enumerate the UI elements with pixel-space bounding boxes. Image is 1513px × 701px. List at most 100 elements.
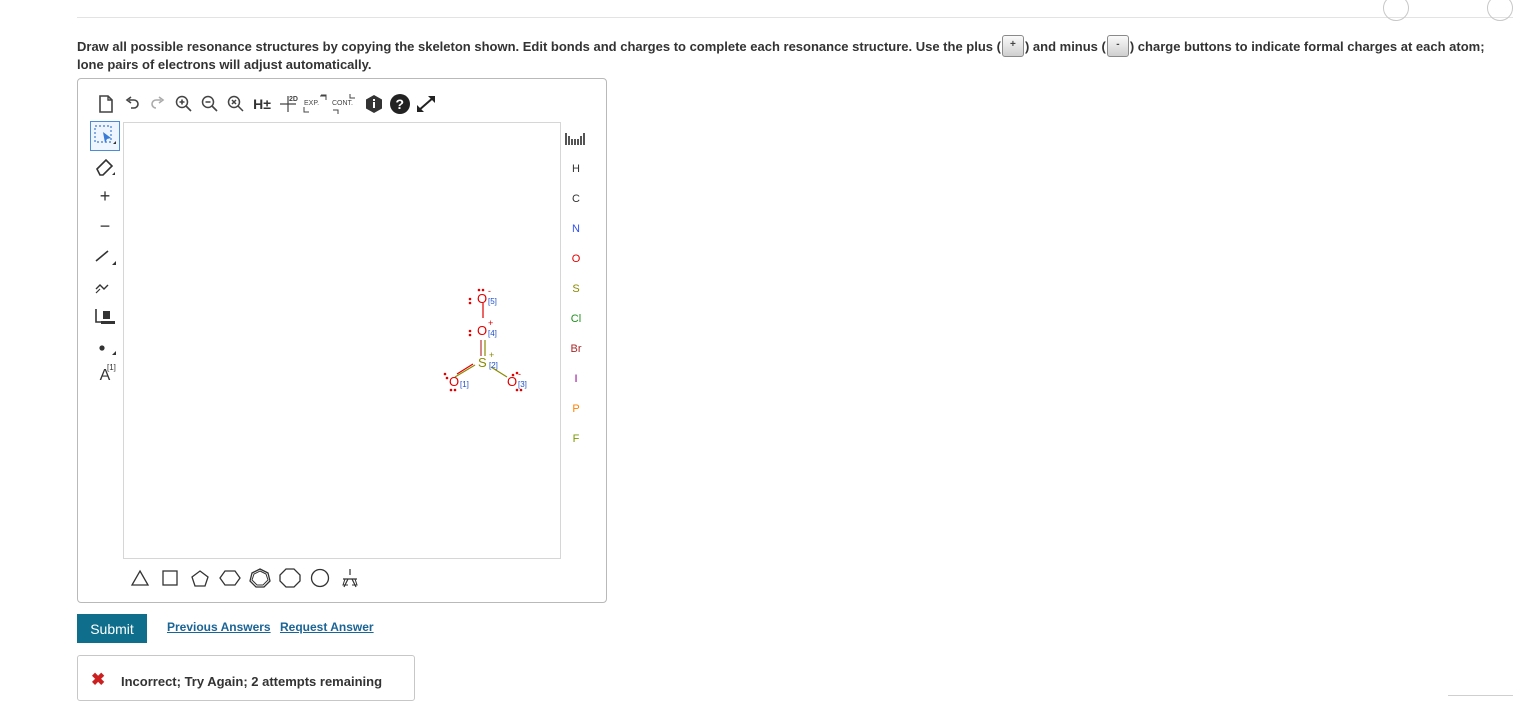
- lone-pair: [519, 388, 523, 392]
- element-c-button[interactable]: C: [564, 184, 588, 214]
- corner-circle-icon[interactable]: [1487, 0, 1513, 21]
- element-n-button[interactable]: N: [564, 214, 588, 244]
- new-document-icon[interactable]: [93, 91, 119, 117]
- molecule-editor: H± 2D EXP. CONT. ? + − A [1] O [5] - O […: [77, 78, 737, 701]
- template-icon[interactable]: [90, 301, 120, 331]
- expand-button[interactable]: EXP.: [301, 91, 329, 117]
- svg-text:?: ?: [396, 96, 405, 112]
- lone-pair: [453, 388, 457, 392]
- lone-pair: [481, 288, 485, 292]
- single-bond-icon[interactable]: [90, 241, 120, 271]
- help-icon[interactable]: ?: [387, 91, 413, 117]
- charge-minus-icon[interactable]: −: [90, 211, 120, 241]
- atom-map-o3: [3]: [518, 380, 527, 389]
- periodic-table-icon[interactable]: [564, 124, 588, 154]
- hydrogen-toggle[interactable]: H±: [249, 91, 275, 117]
- instructions-text-1: Draw all possible resonance structures b…: [77, 39, 1001, 54]
- editor-left-toolbar: + − A [1]: [90, 121, 120, 391]
- request-answer-link[interactable]: Request Answer: [280, 620, 374, 634]
- zoom-reset-icon[interactable]: [223, 91, 249, 117]
- eraser-icon[interactable]: [90, 151, 120, 181]
- divider: [1448, 695, 1513, 696]
- atom-o1: O: [449, 374, 459, 389]
- lone-pair: [468, 301, 472, 305]
- redo-icon[interactable]: [145, 91, 171, 117]
- element-cl-button[interactable]: Cl: [564, 304, 588, 334]
- charge-s: +: [489, 350, 494, 360]
- element-toolbar: H C N O S Cl Br I P F: [564, 124, 588, 454]
- atom-map-sup: [1]: [107, 363, 116, 372]
- incorrect-icon: ✖: [91, 670, 106, 689]
- lone-pair: [515, 371, 519, 375]
- octagon-icon[interactable]: [278, 567, 302, 589]
- charge-plus-icon[interactable]: +: [90, 181, 120, 211]
- atom-o5: O: [477, 291, 487, 306]
- benzene-icon[interactable]: [338, 567, 362, 589]
- heptagon-icon[interactable]: [248, 567, 272, 589]
- plus-charge-button-ref: +: [1001, 35, 1024, 57]
- square-icon[interactable]: [158, 567, 182, 589]
- previous-answers-link[interactable]: Previous Answers: [167, 620, 271, 634]
- lone-pair: [468, 329, 472, 333]
- charge-o5: -: [488, 286, 491, 296]
- resonance-structure[interactable]: O[5]-O[4]-S[2]O[1]O[3]O[5]-O[4]+S[2]+O[1…: [443, 286, 737, 701]
- atom-map-o1: [1]: [460, 380, 469, 389]
- instructions: Draw all possible resonance structures b…: [77, 35, 1497, 73]
- structure-drawing: O[5]-O[4]-S[2]O[1]O[3]O[5]-O[4]+S[2]+O[1…: [443, 286, 737, 701]
- contract-label: CONT.: [332, 100, 353, 107]
- contract-button[interactable]: CONT.: [329, 91, 361, 117]
- lone-pair: [445, 376, 449, 380]
- lone-pair: [477, 288, 481, 292]
- charge-o4: +: [488, 318, 493, 328]
- atom-map-o4: [4]: [488, 329, 497, 338]
- charge-minus-label: −: [99, 215, 111, 236]
- atom-s: S: [478, 355, 487, 370]
- atom-map-o5: [5]: [488, 297, 497, 306]
- select-tool-icon[interactable]: [90, 121, 120, 151]
- pentagon-icon[interactable]: [188, 567, 212, 589]
- editor-top-toolbar: H± 2D EXP. CONT. ?: [93, 91, 439, 117]
- element-p-button[interactable]: P: [564, 394, 588, 424]
- atom-map-icon[interactable]: A [1]: [90, 361, 120, 391]
- zoom-out-icon[interactable]: [197, 91, 223, 117]
- info-icon[interactable]: [361, 91, 387, 117]
- element-br-button[interactable]: Br: [564, 334, 588, 364]
- cyclopentadiene-icon[interactable]: [308, 567, 332, 589]
- minus-symbol: -: [1116, 39, 1120, 50]
- radical-dot-icon[interactable]: [90, 331, 120, 361]
- triangle-icon[interactable]: [128, 567, 152, 589]
- bond-s-o1: [456, 363, 474, 375]
- minus-charge-button-ref: -: [1106, 35, 1129, 57]
- clean-2d-label: 2D: [289, 96, 298, 103]
- atom-o3: O: [507, 374, 517, 389]
- feedback-message: Incorrect; Try Again; 2 attempts remaini…: [121, 674, 383, 689]
- undo-icon[interactable]: [119, 91, 145, 117]
- element-i-button[interactable]: I: [564, 364, 588, 394]
- feedback-box: ✖ Incorrect; Try Again; 2 attempts remai…: [77, 655, 415, 701]
- element-o-button[interactable]: O: [564, 244, 588, 274]
- charge-o3: -: [518, 369, 521, 379]
- lone-pair: [443, 372, 447, 376]
- lone-pair: [515, 388, 519, 392]
- chain-icon[interactable]: [90, 271, 120, 301]
- hexagon-icon[interactable]: [218, 567, 242, 589]
- drawing-canvas[interactable]: O[5]-O[4]-S[2]O[1]O[3]O[5]-O[4]+S[2]+O[1…: [123, 122, 737, 701]
- hydrogen-toggle-label: H±: [253, 96, 271, 112]
- zoom-in-icon[interactable]: [171, 91, 197, 117]
- plus-symbol: +: [1010, 39, 1016, 50]
- lone-pair: [468, 333, 472, 337]
- lone-pair: [511, 373, 515, 377]
- element-f-button[interactable]: F: [564, 424, 588, 454]
- atom-o4: O: [477, 323, 487, 338]
- submit-button[interactable]: Submit: [77, 614, 147, 643]
- charge-plus-label: +: [99, 185, 111, 206]
- element-h-button[interactable]: H: [564, 154, 588, 184]
- atom-map-s: [2]: [489, 361, 498, 370]
- lone-pair: [468, 297, 472, 301]
- fullscreen-icon[interactable]: [413, 91, 439, 117]
- corner-circle-icon[interactable]: [1383, 0, 1409, 21]
- expand-label: EXP.: [304, 100, 319, 107]
- lone-pair: [449, 388, 453, 392]
- clean-2d-icon[interactable]: 2D: [275, 91, 301, 117]
- element-s-button[interactable]: S: [564, 274, 588, 304]
